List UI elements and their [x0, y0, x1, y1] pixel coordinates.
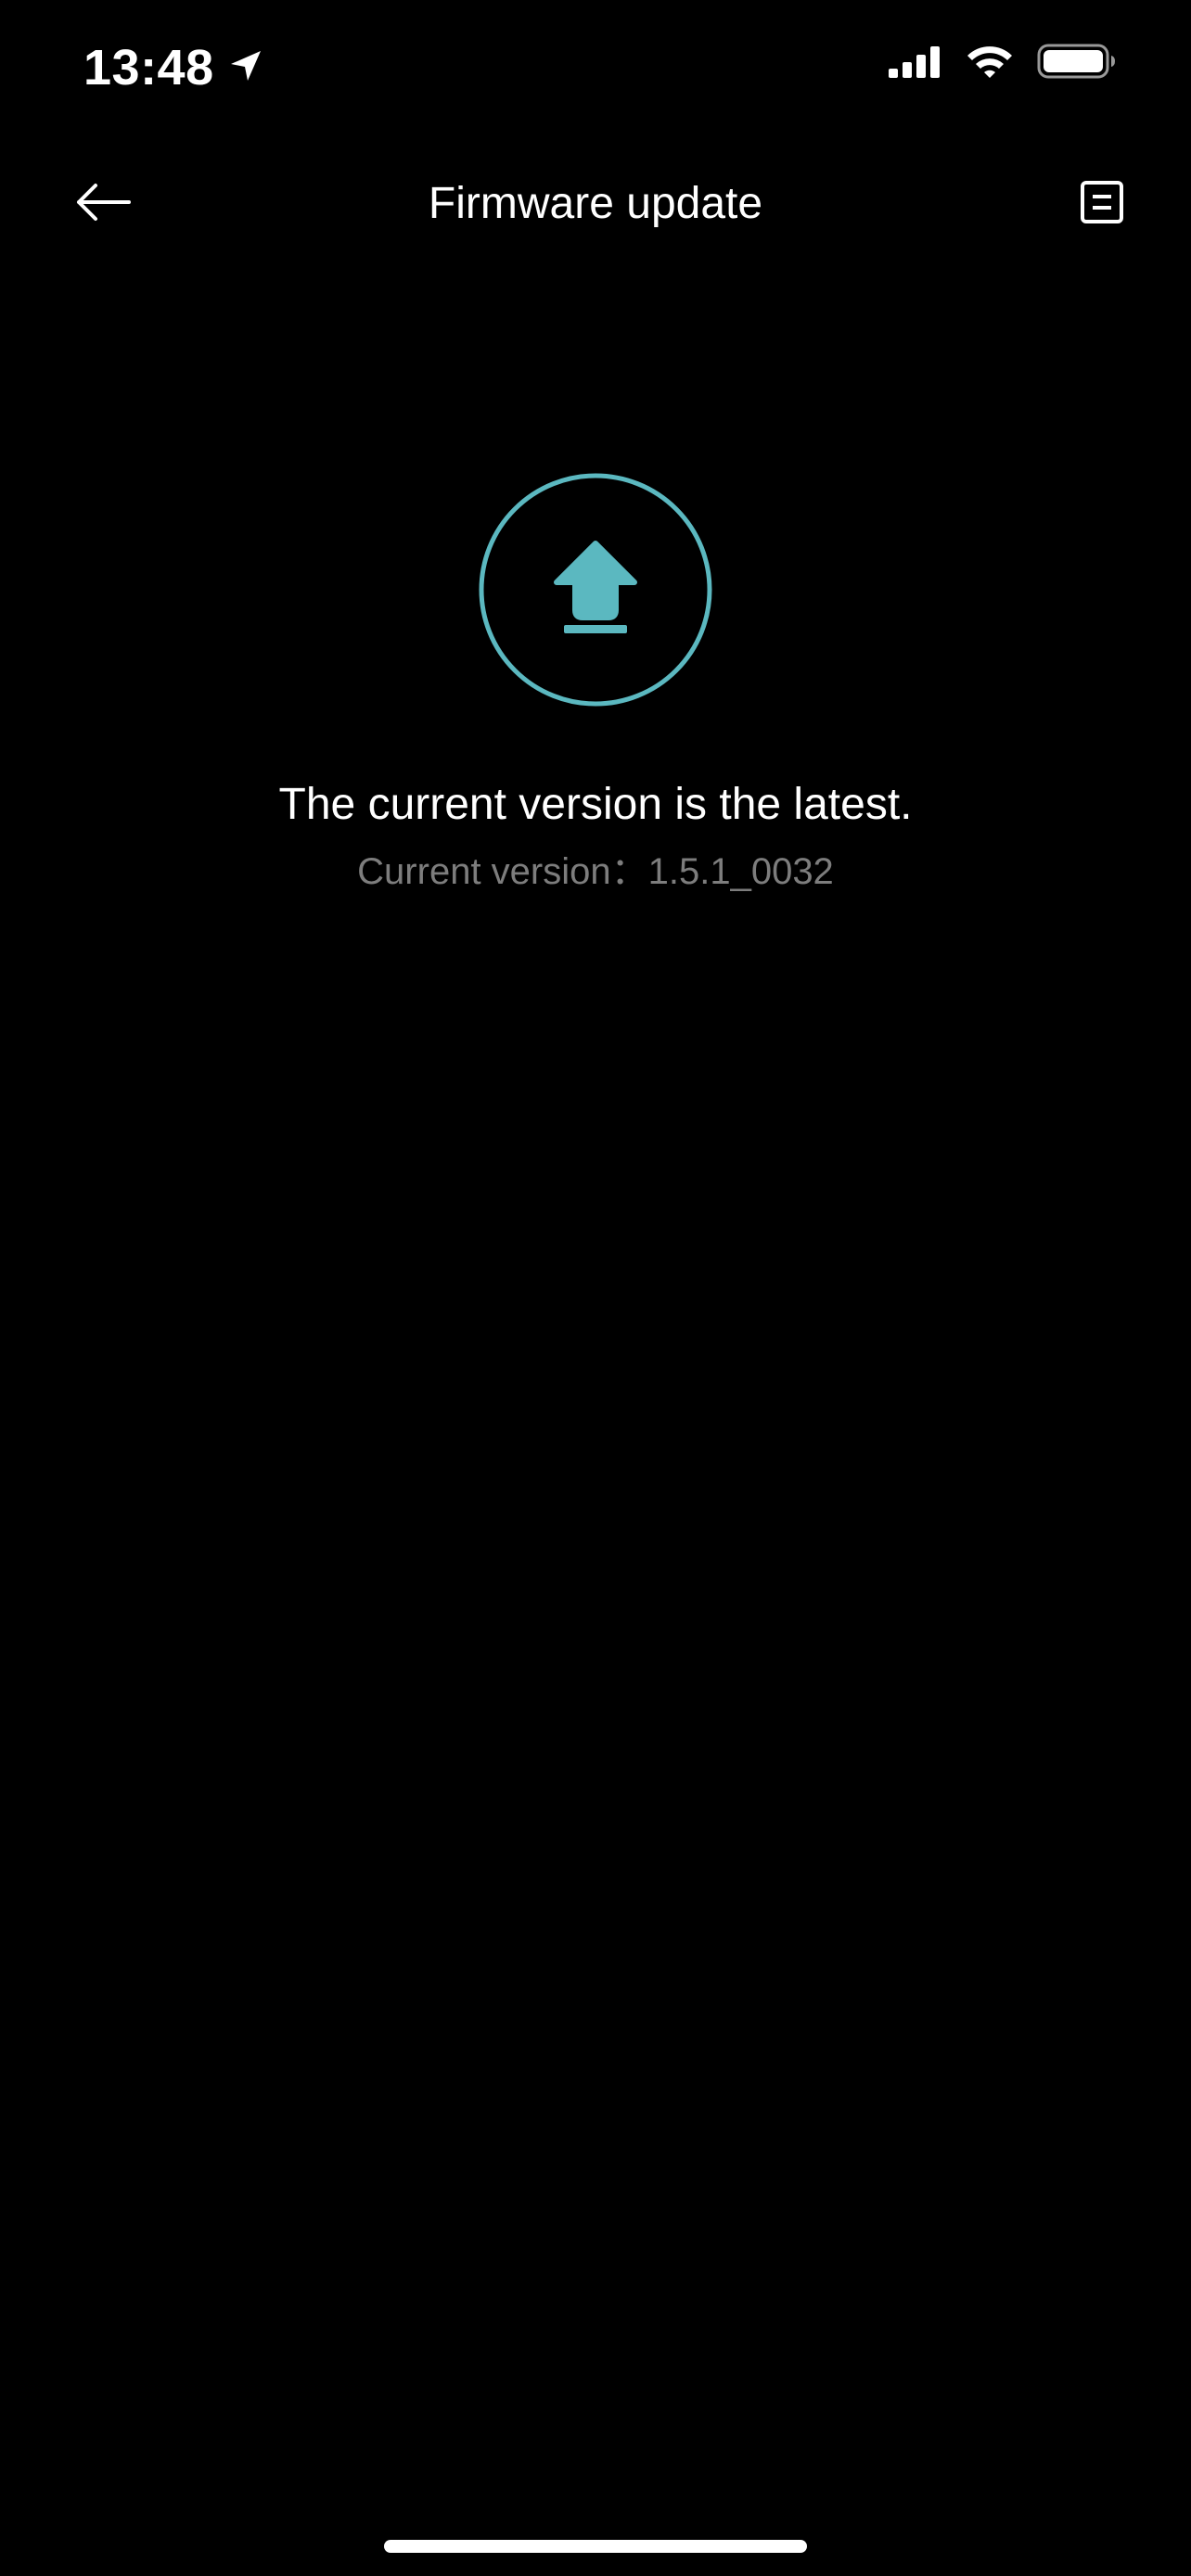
current-version-row: Current version：1.5.1_0032 — [0, 846, 1191, 898]
back-button[interactable] — [61, 167, 145, 241]
firmware-status-badge — [479, 473, 712, 707]
location-arrow-icon — [227, 47, 264, 89]
log-list-icon — [1080, 180, 1124, 229]
page-title: Firmware update — [428, 179, 763, 228]
status-icons — [887, 43, 1117, 84]
cellular-signal-icon — [887, 43, 942, 84]
version-value: 1.5.1_0032 — [647, 851, 834, 892]
status-time: 13:48 — [83, 40, 214, 96]
update-log-button[interactable] — [1065, 171, 1139, 237]
battery-icon — [1037, 43, 1117, 84]
wifi-icon — [965, 43, 1015, 84]
back-arrow-icon — [73, 180, 133, 229]
home-indicator[interactable] — [384, 2540, 807, 2553]
update-status-message: The current version is the latest. — [278, 780, 913, 829]
upload-arrow-icon — [554, 541, 637, 633]
status-time-group: 13:48 — [83, 35, 264, 100]
nav-bar: Firmware update — [0, 148, 1191, 260]
version-label: Current version： — [357, 851, 648, 892]
status-bar: 13:48 — [0, 0, 1191, 134]
